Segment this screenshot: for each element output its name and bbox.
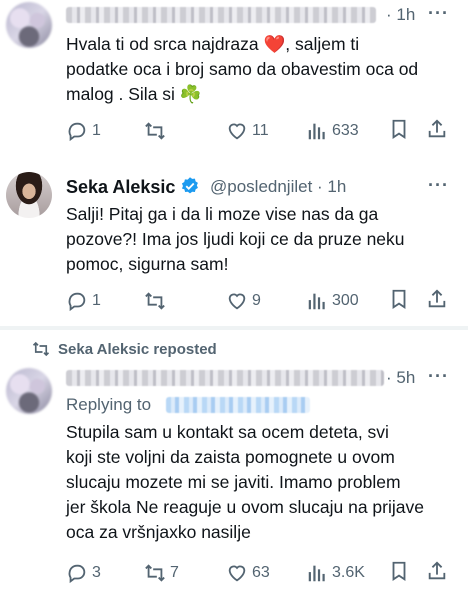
repost-icon xyxy=(145,122,165,140)
bookmark-icon xyxy=(392,119,406,139)
bookmark-button[interactable] xyxy=(388,118,412,142)
share-icon xyxy=(428,119,446,138)
replying-to: Replying to xyxy=(66,395,151,415)
repost-button[interactable] xyxy=(144,288,170,314)
like-icon xyxy=(228,293,246,310)
view-count: 3.6K xyxy=(332,564,365,581)
like-button[interactable]: 9 xyxy=(226,288,261,314)
like-icon xyxy=(228,565,246,582)
views-button[interactable]: 3.6K xyxy=(306,560,365,586)
like-button[interactable]: 63 xyxy=(226,560,270,586)
repost-button[interactable]: 7 xyxy=(144,560,179,586)
views-button[interactable]: 300 xyxy=(306,288,359,314)
like-count: 11 xyxy=(252,122,269,139)
blurred-author-name xyxy=(66,370,384,386)
reply-icon xyxy=(68,292,86,312)
tweet-1[interactable]: · 1h ··· Hvala ti od srca najdraza ❤️, s… xyxy=(0,0,468,160)
repost-count: 7 xyxy=(170,564,179,581)
repost-button[interactable] xyxy=(144,118,170,144)
avatar[interactable] xyxy=(6,172,52,218)
like-button[interactable]: 11 xyxy=(226,118,269,144)
tweet-text: Hvala ti od srca najdraza ❤️, saljem ti … xyxy=(66,34,419,104)
more-icon[interactable]: ··· xyxy=(428,3,449,24)
verified-icon xyxy=(182,177,199,194)
more-icon[interactable]: ··· xyxy=(428,366,449,387)
reply-count: 3 xyxy=(92,564,101,581)
tweet-actions: 3 7 63 3.6K xyxy=(0,560,468,586)
author-name-text: Seka Aleksic xyxy=(66,177,176,197)
repost-icon xyxy=(32,341,50,357)
repost-label: Seka Aleksic reposted xyxy=(32,340,217,358)
share-icon xyxy=(428,289,446,308)
like-count: 9 xyxy=(252,292,261,309)
bookmark-icon xyxy=(392,289,406,309)
views-button[interactable]: 633 xyxy=(306,118,359,144)
replying-to-text: Replying to xyxy=(66,395,152,414)
repost-icon xyxy=(145,564,165,582)
tweet-actions: 1 9 300 xyxy=(0,288,468,314)
bookmark-icon xyxy=(392,561,406,581)
tweet-actions: 1 11 633 xyxy=(0,118,468,144)
repost-icon xyxy=(145,292,165,310)
views-icon xyxy=(308,293,325,310)
avatar[interactable] xyxy=(6,2,52,48)
tweet-time: · 1h xyxy=(386,5,416,24)
reply-icon xyxy=(68,564,86,584)
tweet-text: Stupila sam u kontakt sa ocem deteta, sv… xyxy=(66,422,424,542)
share-button[interactable] xyxy=(426,560,450,584)
share-icon xyxy=(428,561,446,580)
view-count: 300 xyxy=(332,292,359,309)
bookmark-button[interactable] xyxy=(388,560,412,584)
blurred-author-name xyxy=(66,7,376,23)
tweet-2[interactable]: Seka Aleksic @poslednjilet · 1h ··· Salj… xyxy=(0,160,468,326)
reply-button[interactable]: 1 xyxy=(66,288,101,314)
views-icon xyxy=(308,565,325,582)
view-count: 633 xyxy=(332,122,359,139)
like-count: 63 xyxy=(252,564,270,581)
reply-button[interactable]: 1 xyxy=(66,118,101,144)
avatar[interactable] xyxy=(6,368,52,414)
bookmark-button[interactable] xyxy=(388,288,412,312)
tweet-time: · 5h xyxy=(386,368,416,387)
tweet-3[interactable]: Seka Aleksic reposted · 5h ··· Replying … xyxy=(0,330,468,589)
share-button[interactable] xyxy=(426,288,450,312)
author-handle-time: @poslednjilet · 1h xyxy=(210,177,347,196)
views-icon xyxy=(308,123,325,140)
more-icon[interactable]: ··· xyxy=(428,175,449,196)
repost-label-text: Seka Aleksic reposted xyxy=(58,340,217,358)
like-icon xyxy=(228,123,246,140)
share-button[interactable] xyxy=(426,118,450,142)
author-name: Seka Aleksic xyxy=(66,176,200,198)
reply-count: 1 xyxy=(92,122,101,139)
tweet-text: Salji! Pitaj ga i da li moze vise nas da… xyxy=(66,204,405,274)
reply-button[interactable]: 3 xyxy=(66,560,101,586)
reply-icon xyxy=(68,122,86,142)
blurred-reply-handle[interactable] xyxy=(166,397,310,413)
reply-count: 1 xyxy=(92,292,101,309)
